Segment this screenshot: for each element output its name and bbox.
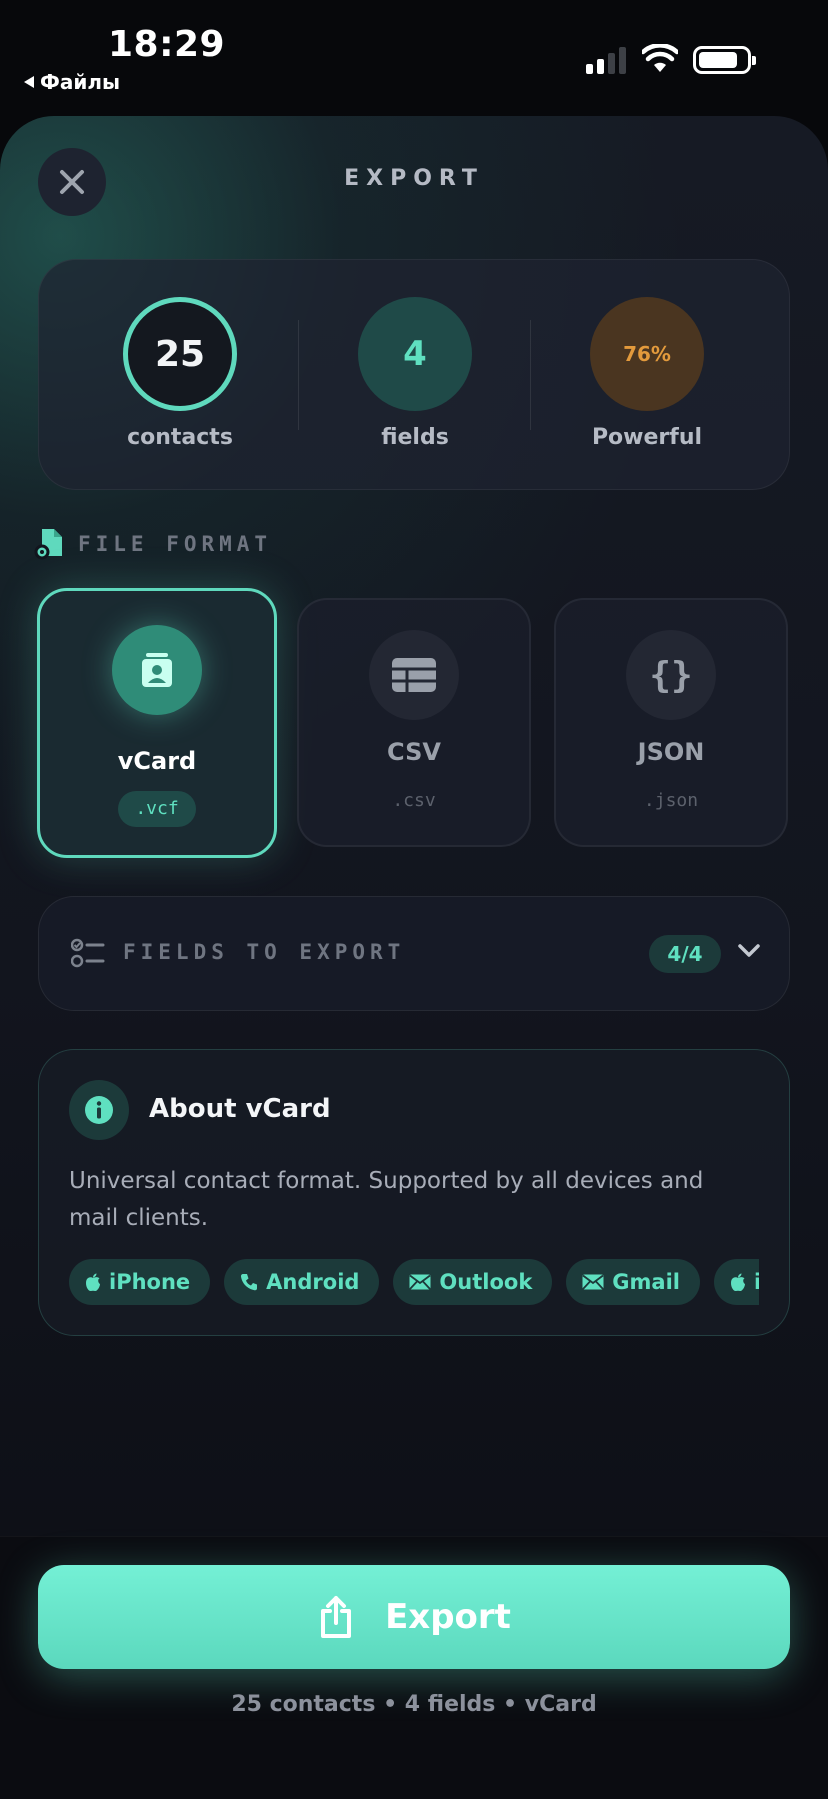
chip-label: Outlook <box>439 1270 533 1294</box>
format-ext: .vcf <box>135 798 179 819</box>
format-ext: .csv <box>392 790 436 811</box>
chip-label: iPhone <box>109 1270 191 1294</box>
fields-count-badge: 4/4 <box>649 935 721 973</box>
stat-power-value: 76% <box>590 297 704 411</box>
chevron-down-icon <box>738 944 760 957</box>
chip-android: Android <box>224 1259 380 1305</box>
export-summary: 25 contacts • 4 fields • vCard <box>231 1692 597 1717</box>
stat-fields: 4 fields <box>300 260 530 491</box>
battery-icon <box>693 46 756 74</box>
contact-card-icon <box>112 625 202 715</box>
stat-contacts-label: contacts <box>127 425 233 450</box>
mail-icon <box>582 1274 604 1290</box>
compatibility-chips: iPhone Android Outlook Gmail iCloud <box>69 1259 759 1307</box>
chip-outlook: Outlook <box>393 1259 553 1305</box>
status-bar: 18:29 Файлы <box>0 0 828 110</box>
about-title: About vCard <box>149 1094 331 1124</box>
format-option-json[interactable]: {} JSON .json <box>554 598 788 847</box>
stat-divider <box>298 320 299 430</box>
apple-icon <box>86 1273 100 1291</box>
fields-to-export-row[interactable]: FIELDS TO EXPORT 4/4 <box>38 896 790 1011</box>
format-name: CSV <box>387 738 441 766</box>
stat-fields-value: 4 <box>358 297 472 411</box>
format-name: JSON <box>637 738 705 766</box>
fields-to-export-label: FIELDS TO EXPORT <box>123 940 406 964</box>
mail-icon <box>409 1274 432 1290</box>
stats-card: 25 contacts 4 fields 76% Powerful <box>38 259 790 490</box>
stat-contacts: 25 contacts <box>65 260 295 491</box>
format-ext: .json <box>643 790 699 811</box>
curly-braces-icon: {} <box>626 630 716 720</box>
export-button[interactable]: Export <box>38 1565 790 1669</box>
back-label: Файлы <box>40 70 121 94</box>
status-time: 18:29 <box>108 24 226 65</box>
chip-iphone: iPhone <box>69 1259 211 1305</box>
checklist-icon <box>71 938 105 968</box>
file-format-header: FILE FORMAT <box>34 528 272 560</box>
chip-label: iCloud <box>753 1270 759 1294</box>
table-icon <box>369 630 459 720</box>
stat-contacts-value: 25 <box>123 297 237 411</box>
format-name: vCard <box>117 747 197 775</box>
page-title: EXPORT <box>344 166 484 191</box>
chip-icloud: iCloud <box>713 1259 759 1305</box>
chip-label: Android <box>266 1270 360 1294</box>
back-arrow-icon <box>24 76 34 88</box>
wifi-icon <box>642 44 678 72</box>
export-button-label: Export <box>385 1597 511 1637</box>
cellular-signal-icon <box>586 46 626 74</box>
stat-power-label: Powerful <box>591 425 703 450</box>
about-format-card: About vCard Universal contact format. Su… <box>38 1049 790 1336</box>
chip-gmail: Gmail <box>566 1259 700 1305</box>
chip-label: Gmail <box>612 1270 680 1294</box>
file-settings-icon <box>34 529 62 560</box>
stat-power: 76% Powerful <box>532 260 762 491</box>
format-option-csv[interactable]: CSV .csv <box>297 598 531 847</box>
stat-divider <box>530 320 531 430</box>
stat-fields-label: fields <box>381 425 449 450</box>
format-option-vcard[interactable]: vCard .vcf <box>37 588 277 858</box>
apple-icon <box>730 1273 745 1291</box>
about-description: Universal contact format. Supported by a… <box>69 1168 704 1231</box>
phone-icon <box>241 1274 258 1291</box>
file-format-title: FILE FORMAT <box>78 532 273 556</box>
share-icon <box>321 1596 352 1638</box>
back-to-files-link[interactable]: Файлы <box>24 70 120 94</box>
info-icon <box>69 1080 129 1140</box>
